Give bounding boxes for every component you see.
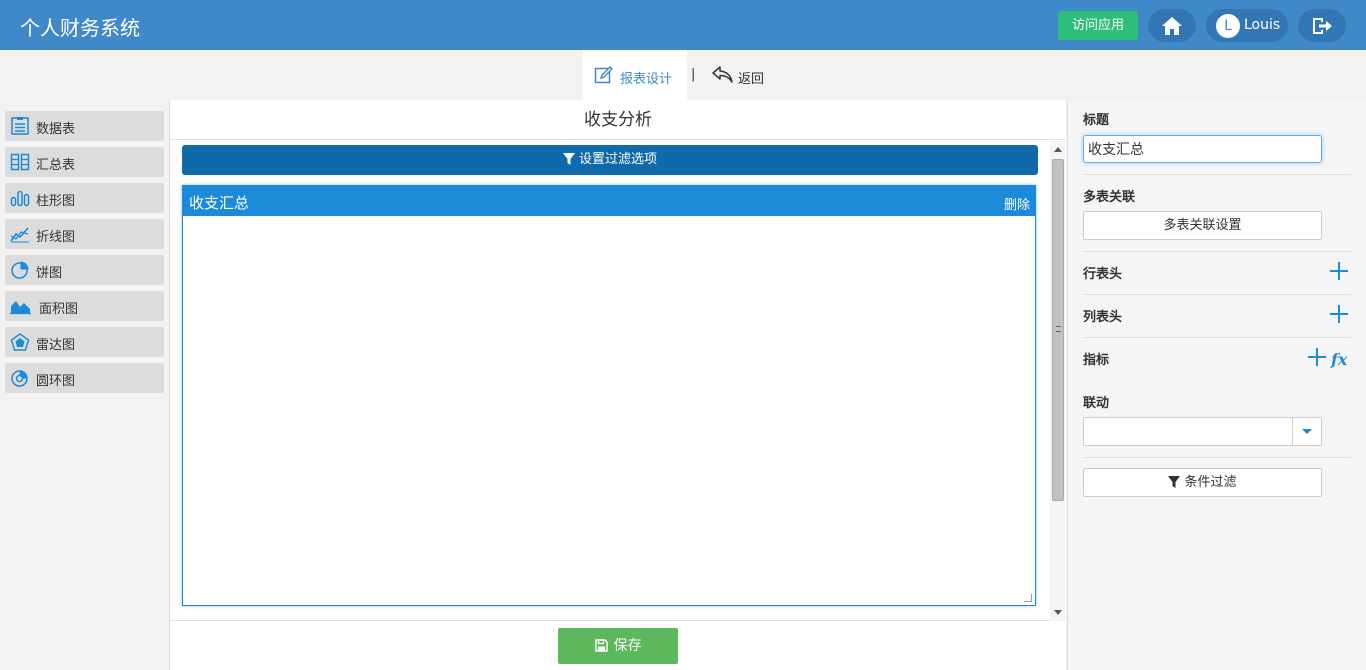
widget-delete-button[interactable]: 删除 <box>1004 194 1030 213</box>
data-table-icon <box>11 117 29 135</box>
logout-button[interactable] <box>1298 9 1346 42</box>
sidebar-item-label: 汇总表 <box>36 158 76 173</box>
row-header-label: 行表头 <box>1083 267 1123 282</box>
divider <box>1083 457 1351 458</box>
sidebar-item-line-chart[interactable]: 折线图 <box>5 219 164 249</box>
condition-filter-button[interactable]: 条件过滤 <box>1083 468 1322 497</box>
filter-icon <box>1168 476 1181 488</box>
toolbar-separator: | <box>691 67 696 82</box>
sidebar-item-bar-chart[interactable]: 柱形图 <box>5 183 164 213</box>
divider <box>1083 251 1351 252</box>
properties-panel: 标题 多表关联 多表关联设置 行表头 列表头 指标 fx 联动 条件过滤 <box>1067 100 1366 670</box>
report-canvas: 收支分析 设置过滤选项 收支汇总 删除 保存 <box>170 100 1066 670</box>
filter-options-button[interactable]: 设置过滤选项 <box>182 145 1038 175</box>
summary-table-icon <box>10 153 30 171</box>
user-menu-button[interactable]: L Louis <box>1206 9 1288 42</box>
scroll-thumb[interactable] <box>1052 159 1064 501</box>
component-sidebar: 数据表 汇总表 柱形图 折线图 饼图 面积图 雷达图 圆环图 <box>0 100 170 670</box>
scroll-up-arrow-icon[interactable] <box>1054 147 1062 152</box>
canvas-scrollbar[interactable] <box>1050 141 1066 621</box>
tab-report-design[interactable]: 报表设计 <box>583 50 687 100</box>
chevron-down-icon[interactable] <box>1292 418 1321 445</box>
multi-table-label: 多表关联 <box>1083 190 1136 205</box>
back-label: 返回 <box>738 72 765 87</box>
home-button[interactable] <box>1148 9 1196 42</box>
avatar: L <box>1216 14 1240 38</box>
divider <box>1083 337 1351 338</box>
widget-header: 收支汇总 删除 <box>183 186 1035 216</box>
report-title: 收支分析 <box>170 100 1066 140</box>
add-row-header-plus-icon[interactable] <box>1330 262 1348 280</box>
column-header-label: 列表头 <box>1083 310 1123 325</box>
divider <box>1083 174 1351 175</box>
metric-label: 指标 <box>1083 353 1110 368</box>
visit-app-button[interactable]: 访问应用 <box>1058 11 1138 40</box>
widget-title: 收支汇总 <box>189 194 250 212</box>
sidebar-item-label: 面积图 <box>39 302 79 317</box>
back-arrow-icon <box>712 66 733 83</box>
sidebar-item-label: 圆环图 <box>36 374 76 389</box>
sidebar-item-summary-table[interactable]: 汇总表 <box>5 147 164 177</box>
sidebar-item-pie-chart[interactable]: 饼图 <box>5 255 164 285</box>
save-label: 保存 <box>613 638 642 654</box>
sidebar-item-label: 折线图 <box>36 230 76 245</box>
sidebar-item-area-chart[interactable]: 面积图 <box>5 291 164 321</box>
sidebar-item-data-table[interactable]: 数据表 <box>5 111 164 141</box>
back-button[interactable]: 返回 <box>710 64 780 88</box>
app-header: 个人财务系统 访问应用 L Louis <box>0 0 1366 50</box>
line-chart-icon <box>10 227 29 243</box>
app-title: 个人财务系统 <box>20 16 140 40</box>
scroll-grip-icon <box>1056 326 1061 332</box>
sidebar-item-label: 雷达图 <box>36 338 76 353</box>
title-label: 标题 <box>1083 113 1110 128</box>
add-metric-plus-icon[interactable] <box>1308 348 1326 366</box>
sidebar-item-label: 数据表 <box>36 122 76 137</box>
linkage-select[interactable] <box>1083 417 1322 446</box>
logout-icon <box>1313 18 1332 34</box>
pie-chart-icon <box>11 261 29 279</box>
linkage-label: 联动 <box>1083 396 1110 411</box>
filter-icon <box>562 153 575 165</box>
bar-chart-icon <box>10 190 30 207</box>
divider <box>1083 294 1351 295</box>
edit-icon <box>594 66 613 84</box>
multi-table-settings-button[interactable]: 多表关联设置 <box>1083 211 1322 240</box>
save-button[interactable]: 保存 <box>558 628 678 664</box>
save-bar: 保存 <box>170 620 1050 670</box>
save-icon <box>594 639 608 652</box>
filter-options-label: 设置过滤选项 <box>578 152 657 167</box>
add-column-header-plus-icon[interactable] <box>1330 305 1348 323</box>
sidebar-item-radar-chart[interactable]: 雷达图 <box>5 327 164 357</box>
donut-chart-icon <box>11 370 28 387</box>
sidebar-item-label: 柱形图 <box>36 194 76 209</box>
scroll-down-arrow-icon[interactable] <box>1054 610 1062 615</box>
home-icon <box>1162 17 1182 35</box>
tab-report-design-label: 报表设计 <box>620 72 673 87</box>
formula-fx-icon[interactable]: fx <box>1331 350 1347 369</box>
radar-chart-icon <box>10 333 30 351</box>
sidebar-item-donut-chart[interactable]: 圆环图 <box>5 363 164 393</box>
title-input[interactable] <box>1083 135 1322 163</box>
area-chart-icon <box>10 301 31 315</box>
resize-handle[interactable] <box>1024 594 1032 602</box>
toolbar: 报表设计 | 返回 <box>0 50 1366 100</box>
report-widget-panel[interactable]: 收支汇总 删除 <box>182 185 1036 606</box>
sidebar-item-label: 饼图 <box>36 266 63 281</box>
condition-filter-label: 条件过滤 <box>1184 475 1237 490</box>
user-name: Louis <box>1244 17 1281 33</box>
